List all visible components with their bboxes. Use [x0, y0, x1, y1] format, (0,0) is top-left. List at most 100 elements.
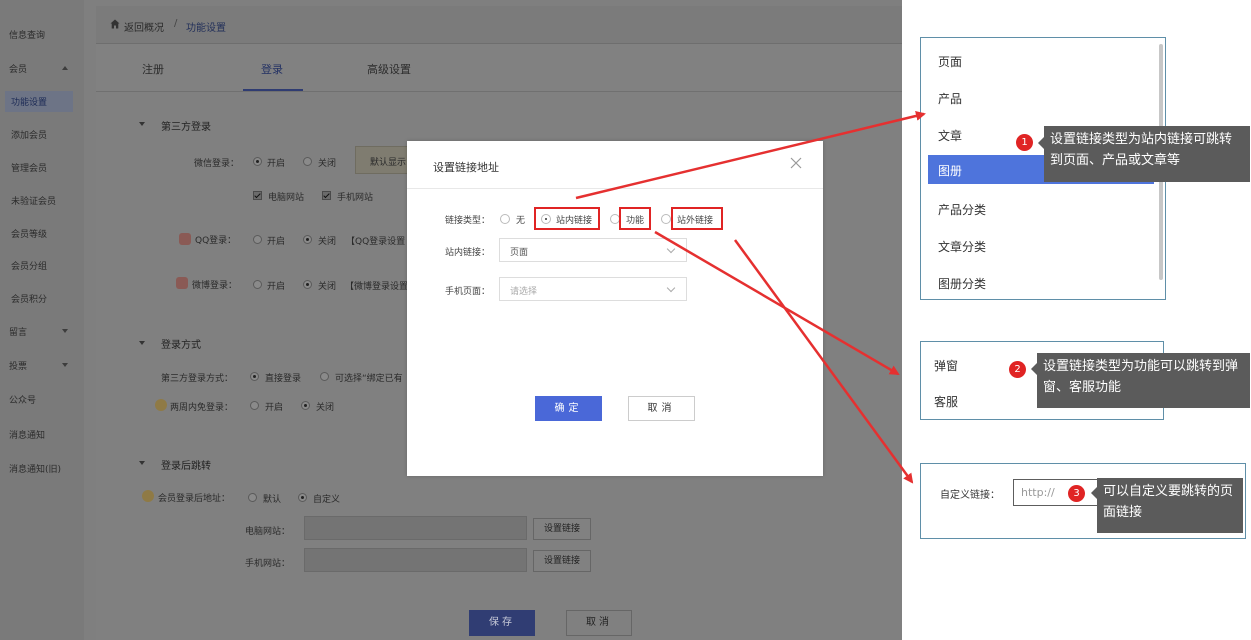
chevron-down-icon [62, 329, 68, 333]
sidebar-item-message[interactable]: 留言 [9, 325, 27, 338]
callout-pointer [1031, 363, 1037, 375]
two-week-label: 两周内免登录： [170, 403, 234, 413]
sidebar-item-member-level[interactable]: 会员等级 [11, 227, 47, 240]
custom-link-label: 自定义链接： [940, 490, 1000, 501]
direct-login-radio[interactable] [250, 372, 259, 381]
bind-existing-radio[interactable] [320, 372, 329, 381]
qq-off-radio[interactable] [303, 235, 312, 244]
tab-register[interactable]: 注册 [142, 61, 164, 77]
wechat-pc-checkbox[interactable] [253, 191, 262, 200]
tab-login[interactable]: 登录 [261, 61, 283, 77]
dialog-divider [407, 188, 823, 189]
callout-internal-link-text: 设置链接类型为站内链接可跳转到页面、产品或文章等 [1050, 132, 1233, 168]
dropdown-item-article[interactable]: 文章 [938, 127, 962, 144]
collapse-caret-icon[interactable] [139, 122, 145, 126]
dialog-title: 设置链接地址 [433, 161, 499, 174]
tab-advanced[interactable]: 高级设置 [367, 61, 411, 77]
cancel-button[interactable]: 取消 [566, 610, 632, 636]
sidebar-item-unverified[interactable]: 未验证会员 [11, 194, 56, 207]
dropdown-item-album-label: 图册 [938, 164, 963, 178]
wechat-on-radio[interactable] [253, 157, 262, 166]
redirect-default-label: 默认 [263, 495, 282, 505]
pc-site-url-field[interactable] [304, 516, 527, 540]
redirect-icon [142, 490, 154, 502]
dropdown-item-product[interactable]: 产品 [938, 90, 962, 107]
two-week-on-label: 开启 [265, 403, 284, 413]
weibo-on-radio[interactable] [253, 280, 262, 289]
breadcrumb: 返回概况 / 功能设置 [96, 6, 902, 44]
sidebar-item-member[interactable]: 会员 [9, 62, 27, 75]
collapse-caret-icon[interactable] [139, 341, 145, 345]
sidebar-item-function-settings[interactable]: 功能设置 [5, 91, 73, 112]
chevron-down-icon [666, 283, 676, 293]
dropdown-item-product-category[interactable]: 产品分类 [938, 201, 986, 218]
save-button[interactable]: 保存 [469, 610, 535, 636]
collapse-caret-icon[interactable] [139, 461, 145, 465]
dialog-cancel-button[interactable]: 取消 [628, 396, 695, 421]
chevron-down-icon [666, 244, 676, 254]
mobile-page-select[interactable]: 请选择 [499, 277, 687, 301]
sidebar-item-add-member[interactable]: 添加会员 [11, 128, 47, 141]
two-week-on-radio[interactable] [250, 401, 259, 410]
dropdown-item-album-category[interactable]: 图册分类 [938, 275, 986, 292]
mobile-page-label: 手机页面： [445, 287, 491, 297]
function-item-customer-service[interactable]: 客服 [934, 393, 958, 410]
step-number-badge: 2 [1009, 361, 1026, 378]
callout-function-text: 设置链接类型为功能可以跳转到弹窗、客服功能 [1043, 359, 1239, 395]
mobile-site-url-field[interactable] [304, 548, 527, 572]
dialog-ok-button[interactable]: 确定 [535, 396, 602, 421]
internal-link-select[interactable]: 页面 [499, 238, 687, 262]
link-type-internal-label: 站内链接 [556, 216, 593, 226]
weibo-on-label: 开启 [267, 282, 286, 292]
section-title-login-method: 登录方式 [161, 340, 201, 351]
breadcrumb-back-link[interactable]: 返回概况 [124, 19, 164, 34]
pc-set-link-button[interactable]: 设置链接 [533, 518, 591, 540]
wechat-default-tip-text: 默认显示 [370, 158, 407, 168]
third-party-method-label: 第三方登录方式： [161, 374, 234, 384]
wechat-mobile-checkbox[interactable] [322, 191, 331, 200]
chevron-up-icon [62, 66, 68, 70]
link-type-external-label: 站外链接 [677, 216, 714, 226]
link-settings-dialog: 设置链接地址 链接类型： 无 站内链接 功能 站外链接 站内链接： 页面 手机页… [407, 141, 823, 476]
sidebar-item-vote[interactable]: 投票 [9, 359, 27, 372]
redirect-default-radio[interactable] [248, 493, 257, 502]
weibo-login-label: 微博登录： [192, 281, 238, 291]
sidebar-item-info-query[interactable]: 信息查询 [9, 28, 45, 41]
redirect-address-label: 会员登录后地址： [158, 494, 231, 504]
redirect-custom-label: 自定义 [313, 495, 341, 505]
sidebar-item-notification[interactable]: 消息通知 [9, 428, 45, 441]
weibo-off-radio[interactable] [303, 280, 312, 289]
function-item-popup[interactable]: 弹窗 [934, 357, 958, 374]
callout-custom-link-text: 可以自定义要跳转的页面链接 [1103, 484, 1234, 520]
bind-existing-label: 可选择“绑定已有 [335, 374, 403, 384]
redirect-custom-radio[interactable] [298, 493, 307, 502]
sidebar-item-notification-old[interactable]: 消息通知(旧) [9, 462, 61, 475]
wechat-off-radio[interactable] [303, 157, 312, 166]
link-type-none-radio[interactable] [500, 214, 510, 224]
wechat-on-label: 开启 [267, 159, 286, 169]
close-icon[interactable] [789, 156, 803, 170]
qq-off-label: 关闭 [318, 237, 337, 247]
qq-on-radio[interactable] [253, 235, 262, 244]
callout-internal-link: 设置链接类型为站内链接可跳转到页面、产品或文章等 [1044, 126, 1250, 182]
callout-pointer [1038, 137, 1044, 149]
sidebar-item-member-points[interactable]: 会员积分 [11, 292, 47, 305]
step-number-badge: 1 [1016, 134, 1033, 151]
weibo-settings-link[interactable]: 【微博登录设置 [345, 279, 408, 292]
wechat-login-label: 微信登录： [194, 159, 240, 169]
pc-site-label: 电脑网站： [245, 527, 291, 537]
mobile-site-label: 手机网站： [245, 559, 291, 569]
two-week-off-radio[interactable] [301, 401, 310, 410]
link-type-external-radio[interactable] [661, 214, 671, 224]
sidebar-item-member-group[interactable]: 会员分组 [11, 259, 47, 272]
qq-settings-link[interactable]: 【QQ登录设置 [346, 234, 405, 247]
dropdown-item-article-category[interactable]: 文章分类 [938, 238, 986, 255]
link-type-internal-radio[interactable] [541, 214, 551, 224]
sidebar-item-manage-member[interactable]: 管理会员 [11, 161, 47, 174]
direct-login-label: 直接登录 [265, 374, 302, 384]
sidebar-item-official-account[interactable]: 公众号 [9, 393, 36, 406]
dropdown-item-page[interactable]: 页面 [938, 53, 962, 70]
mobile-set-link-button[interactable]: 设置链接 [533, 550, 591, 572]
link-type-none-label: 无 [516, 216, 526, 226]
home-icon[interactable] [110, 19, 120, 29]
